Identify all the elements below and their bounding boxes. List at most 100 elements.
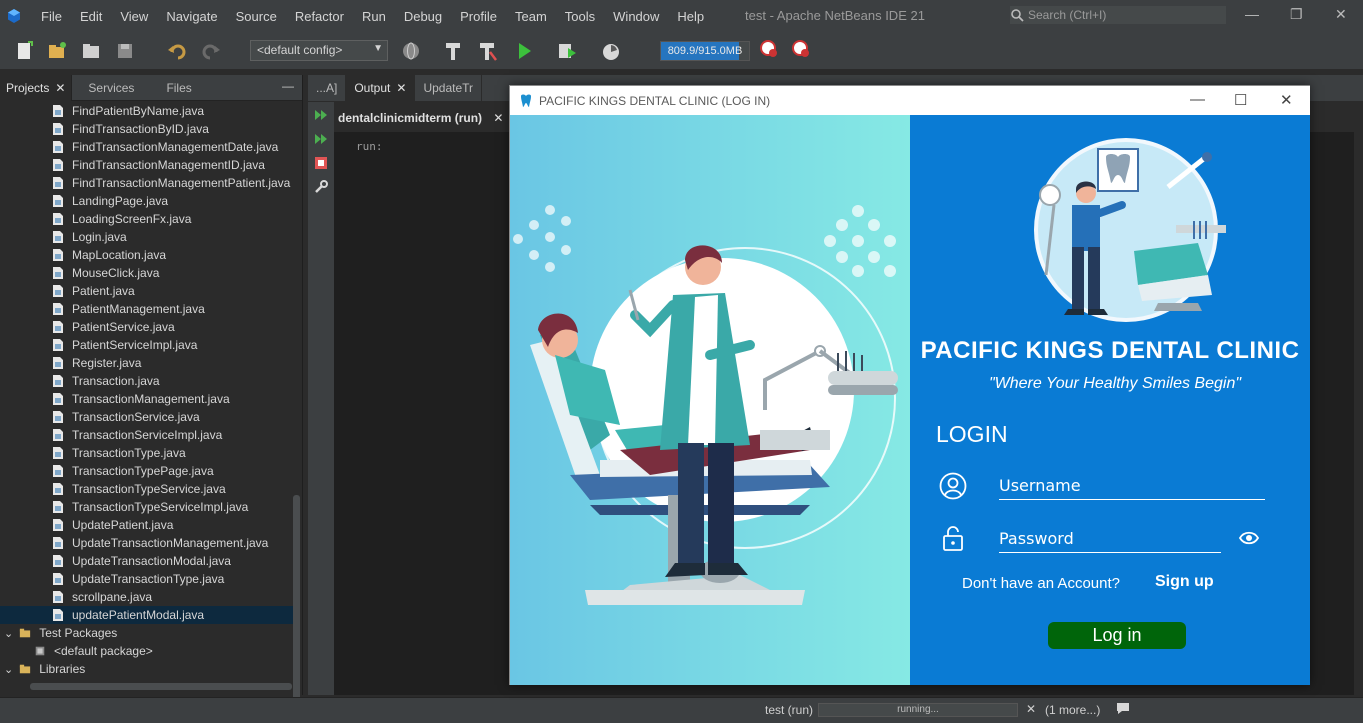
new-file-icon[interactable] bbox=[14, 40, 36, 62]
menu-file[interactable]: File bbox=[32, 9, 71, 24]
menu-team[interactable]: Team bbox=[506, 9, 556, 24]
output-subtab[interactable]: dentalclinicmidterm (run) ✕ bbox=[338, 111, 503, 125]
stop-icon[interactable] bbox=[314, 156, 328, 170]
username-input[interactable] bbox=[999, 472, 1265, 499]
rerun-icon[interactable] bbox=[314, 108, 328, 122]
show-password-eye-icon[interactable] bbox=[1238, 529, 1260, 547]
tree-item-file[interactable]: TransactionManagement.java bbox=[0, 390, 293, 408]
java-file-icon bbox=[53, 375, 63, 387]
save-all-icon[interactable] bbox=[114, 40, 136, 62]
username-field[interactable] bbox=[999, 472, 1265, 500]
tree-item-file[interactable]: TransactionType.java bbox=[0, 444, 293, 462]
tree-item-file[interactable]: UpdateTransactionModal.java bbox=[0, 552, 293, 570]
close-icon[interactable]: ✕ bbox=[396, 81, 406, 95]
new-project-icon[interactable] bbox=[46, 40, 68, 62]
profile-icon[interactable] bbox=[600, 40, 622, 62]
undo-icon[interactable] bbox=[166, 40, 188, 62]
tree-item-file[interactable]: TransactionService.java bbox=[0, 408, 293, 426]
tree-item-file[interactable]: UpdateTransactionManagement.java bbox=[0, 534, 293, 552]
dialog-close-button[interactable]: ✕ bbox=[1280, 91, 1293, 109]
tree-item-file[interactable]: updatePatientModal.java bbox=[0, 606, 293, 624]
password-input[interactable] bbox=[999, 525, 1221, 552]
dialog-maximize-button[interactable]: ☐ bbox=[1234, 91, 1247, 109]
tree-item-file[interactable]: TransactionTypeService.java bbox=[0, 480, 293, 498]
tab-update-transaction[interactable]: UpdateTr bbox=[415, 75, 483, 101]
menu-navigate[interactable]: Navigate bbox=[157, 9, 226, 24]
tree-item-file[interactable]: TransactionServiceImpl.java bbox=[0, 426, 293, 444]
profile-gc-icon[interactable] bbox=[790, 38, 812, 60]
login-button[interactable]: Log in bbox=[1048, 622, 1186, 649]
gc-icon[interactable] bbox=[758, 38, 780, 60]
maximize-window-button[interactable]: ❐ bbox=[1290, 6, 1303, 23]
menu-edit[interactable]: Edit bbox=[71, 9, 111, 24]
tree-item-file[interactable]: Patient.java bbox=[0, 282, 293, 300]
settings-wrench-icon[interactable] bbox=[314, 180, 328, 194]
globe-icon[interactable] bbox=[400, 40, 422, 62]
tree-item-file[interactable]: FindTransactionByID.java bbox=[0, 120, 293, 138]
menu-window[interactable]: Window bbox=[604, 9, 668, 24]
menu-profile[interactable]: Profile bbox=[451, 9, 506, 24]
menu-source[interactable]: Source bbox=[227, 9, 286, 24]
tree-item-file[interactable]: UpdateTransactionType.java bbox=[0, 570, 293, 588]
clean-build-icon[interactable] bbox=[476, 40, 498, 62]
tab-projects[interactable]: Projects ✕ bbox=[0, 74, 73, 101]
tree-item-file[interactable]: FindPatientByName.java bbox=[0, 102, 293, 120]
tab-output[interactable]: Output ✕ bbox=[346, 75, 416, 101]
menu-run[interactable]: Run bbox=[353, 9, 395, 24]
tree-item-folder[interactable]: ⌄ Test Packages bbox=[0, 624, 293, 642]
search-input[interactable]: Search (Ctrl+I) bbox=[1010, 6, 1226, 24]
menu-refactor[interactable]: Refactor bbox=[286, 9, 353, 24]
tab-services[interactable]: Services bbox=[72, 75, 150, 101]
tree-item-file[interactable]: Register.java bbox=[0, 354, 293, 372]
tab-files[interactable]: Files bbox=[150, 75, 207, 101]
menu-debug[interactable]: Debug bbox=[395, 9, 451, 24]
close-icon[interactable]: ✕ bbox=[55, 81, 65, 95]
close-icon[interactable]: ✕ bbox=[493, 111, 503, 125]
minimize-window-button[interactable]: — bbox=[1245, 6, 1259, 22]
memory-indicator[interactable]: 809.9/915.0MB bbox=[660, 41, 750, 61]
menu-view[interactable]: View bbox=[111, 9, 157, 24]
tree-item-file[interactable]: MouseClick.java bbox=[0, 264, 293, 282]
run-icon[interactable] bbox=[513, 40, 535, 62]
expand-chevron-icon[interactable]: ⌄ bbox=[4, 663, 13, 676]
cancel-task-icon[interactable]: ✕ bbox=[1026, 702, 1036, 716]
close-window-button[interactable]: ✕ bbox=[1335, 6, 1347, 23]
tree-item-file[interactable]: PatientService.java bbox=[0, 318, 293, 336]
java-file-icon bbox=[53, 609, 63, 621]
tree-item-file[interactable]: Login.java bbox=[0, 228, 293, 246]
tree-item-file[interactable]: PatientServiceImpl.java bbox=[0, 336, 293, 354]
expand-chevron-icon[interactable]: ⌄ bbox=[4, 627, 13, 640]
more-tasks-link[interactable]: (1 more...) bbox=[1045, 703, 1100, 717]
menu-tools[interactable]: Tools bbox=[556, 9, 604, 24]
tree-item-file[interactable]: FindTransactionManagementID.java bbox=[0, 156, 293, 174]
tree-item-file[interactable]: FindTransactionManagementPatient.java bbox=[0, 174, 293, 192]
tree-item-file[interactable]: TransactionTypeServiceImpl.java bbox=[0, 498, 293, 516]
tree-item-file[interactable]: FindTransactionManagementDate.java bbox=[0, 138, 293, 156]
tree-item-label: MapLocation.java bbox=[72, 248, 167, 262]
tree-item-file[interactable]: LoadingScreenFx.java bbox=[0, 210, 293, 228]
tree-item-file[interactable]: LandingPage.java bbox=[0, 192, 293, 210]
tree-item-folder[interactable]: <default package> bbox=[0, 642, 293, 660]
tree-item-folder[interactable]: ⌄ Libraries bbox=[0, 660, 293, 678]
redo-icon[interactable] bbox=[200, 40, 222, 62]
password-field[interactable] bbox=[999, 525, 1221, 553]
menu-help[interactable]: Help bbox=[668, 9, 713, 24]
tab-collapsed[interactable]: ...A] bbox=[308, 75, 347, 101]
tree-item-file[interactable]: PatientManagement.java bbox=[0, 300, 293, 318]
dialog-minimize-button[interactable]: — bbox=[1190, 91, 1205, 108]
build-hammer-icon[interactable] bbox=[442, 40, 464, 62]
vertical-scrollbar[interactable] bbox=[293, 495, 300, 715]
config-dropdown[interactable]: <default config> ▼ bbox=[250, 40, 388, 61]
notifications-icon[interactable] bbox=[1115, 701, 1131, 715]
tree-item-file[interactable]: UpdatePatient.java bbox=[0, 516, 293, 534]
minimize-panel-button[interactable]: — bbox=[282, 79, 294, 93]
signup-link[interactable]: Sign up bbox=[1155, 573, 1214, 591]
horizontal-scrollbar[interactable] bbox=[30, 683, 292, 690]
tree-item-file[interactable]: scrollpane.java bbox=[0, 588, 293, 606]
rerun-with-options-icon[interactable] bbox=[314, 132, 328, 146]
tree-item-file[interactable]: TransactionTypePage.java bbox=[0, 462, 293, 480]
tree-item-file[interactable]: Transaction.java bbox=[0, 372, 293, 390]
debug-icon[interactable] bbox=[556, 40, 578, 62]
tree-item-file[interactable]: MapLocation.java bbox=[0, 246, 293, 264]
open-project-icon[interactable] bbox=[80, 40, 102, 62]
